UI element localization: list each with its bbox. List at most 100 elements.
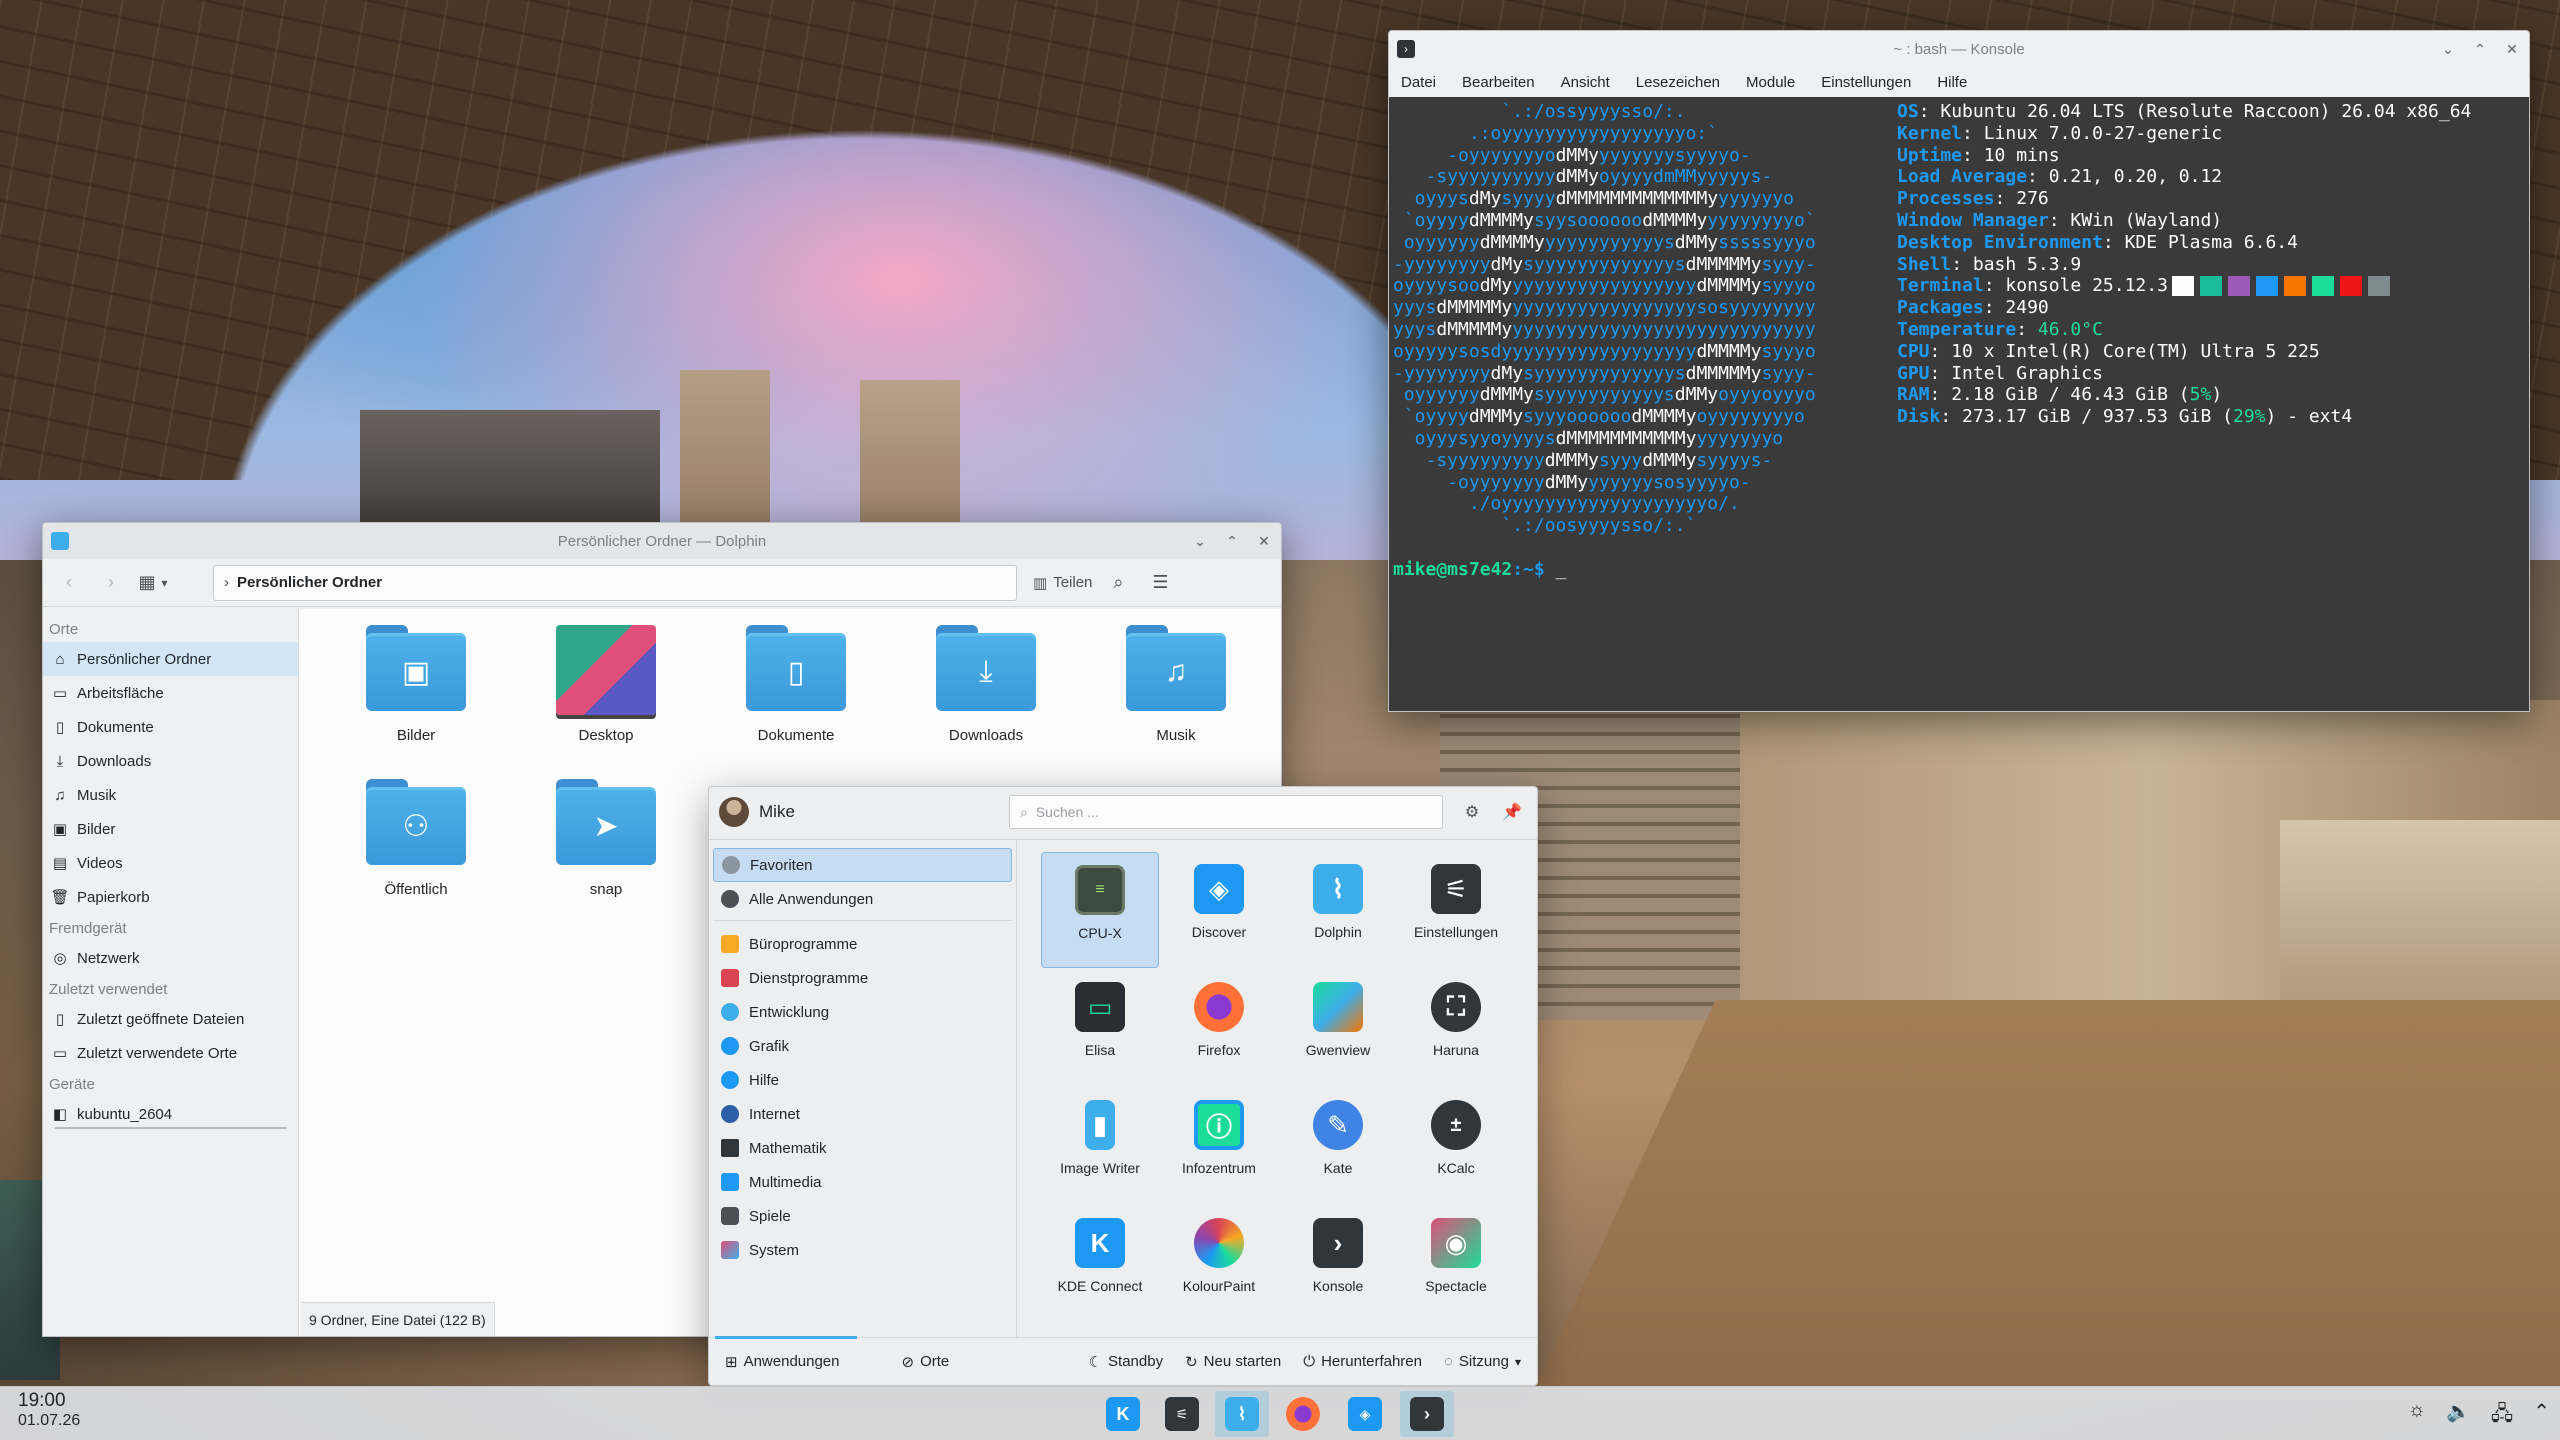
category-internet[interactable]: Internet [713,1097,1012,1131]
menu-bearbeiten[interactable]: Bearbeiten [1462,74,1535,91]
menu-einstellungen[interactable]: Einstellungen [1821,74,1911,91]
file-item[interactable]: ♫ Musik [1101,625,1251,744]
dolphin-titlebar[interactable]: Persönlicher Ordner — Dolphin ⌄ ⌃ ✕ [43,523,1281,559]
gwenview-icon [1313,982,1363,1032]
app-image-writer[interactable]: ▮ Image Writer [1041,1088,1159,1204]
category-help[interactable]: Hilfe [713,1063,1012,1097]
pin-icon[interactable]: 📌 [1497,797,1527,827]
avatar[interactable] [719,797,749,827]
category-all-apps[interactable]: Alle Anwendungen [713,882,1012,916]
volume-icon[interactable]: 🔈 [2446,1399,2471,1433]
maximize-icon[interactable]: ⌃ [2471,40,2489,58]
category-utilities[interactable]: Dienstprogramme [713,961,1012,995]
search-input[interactable]: ⌕ Suchen ... [1009,795,1443,829]
place-recent-files[interactable]: ▯ Zuletzt geöffnete Dateien [43,1002,298,1036]
place-documents[interactable]: ▯ Dokumente [43,710,298,744]
file-item[interactable]: ➤ snap [531,779,681,898]
close-icon[interactable]: ✕ [1255,532,1273,550]
hamburger-menu-icon[interactable]: ☰ [1144,567,1176,599]
place-trash[interactable]: 🗑 Papierkorb [43,880,298,914]
taskbar-system-settings[interactable]: ⚟ [1155,1391,1209,1437]
file-item[interactable]: ▣ Bilder [341,625,491,744]
place-desktop[interactable]: ▭ Arbeitsfläche [43,676,298,710]
app-settings[interactable]: ⚟ Einstellungen [1397,852,1515,968]
category-graphics[interactable]: Grafik [713,1029,1012,1063]
app-cpu-x[interactable]: ≡ CPU-X [1041,852,1159,968]
menu-hilfe[interactable]: Hilfe [1937,74,1967,91]
place-downloads[interactable]: ⤓ Downloads [43,744,298,778]
minimize-icon[interactable]: ⌄ [2439,40,2457,58]
app-dolphin[interactable]: ⌇ Dolphin [1279,852,1397,968]
place-music[interactable]: ♫ Musik [43,778,298,812]
category-math[interactable]: Mathematik [713,1131,1012,1165]
file-item[interactable]: ⤓ Downloads [911,625,1061,744]
menu-ansicht[interactable]: Ansicht [1561,74,1610,91]
app-spectacle[interactable]: ◉ Spectacle [1397,1206,1515,1322]
menu-datei[interactable]: Datei [1401,74,1436,91]
app-gwenview[interactable]: Gwenview [1279,970,1397,1086]
terminal-area[interactable]: `.:/ossyyyysso/:. .:oyyyyyyyyyyyyyyyyyo:… [1389,97,2529,711]
app-kdeconnect[interactable]: K KDE Connect [1041,1206,1159,1322]
place-network[interactable]: ◎ Netzwerk [43,941,298,975]
close-icon[interactable]: ✕ [2503,40,2521,58]
app-label: Elisa [1084,1042,1116,1058]
app-firefox[interactable]: Firefox [1160,970,1278,1086]
taskbar-konsole[interactable]: › [1400,1391,1454,1437]
dolphin-app-icon[interactable] [51,532,69,550]
minimize-icon[interactable]: ⌄ [1191,532,1209,550]
category-development[interactable]: Entwicklung [713,995,1012,1029]
place-videos[interactable]: ▤ Videos [43,846,298,880]
application-launcher[interactable]: Mike ⌕ Suchen ... ⚙ 📌 Favoriten Alle Anw… [708,786,1538,1386]
app-infocenter[interactable]: ⓘ Infozentrum [1160,1088,1278,1204]
app-kate[interactable]: ✎ Kate [1279,1088,1397,1204]
place-pictures[interactable]: ▣ Bilder [43,812,298,846]
file-item[interactable]: ▯ Dokumente [721,625,871,744]
app-elisa[interactable]: ▭ Elisa [1041,970,1159,1086]
konsole-window[interactable]: › ~ : bash — Konsole ⌄ ⌃ ✕ Datei Bearbei… [1388,30,2530,712]
category-favorites[interactable]: Favoriten [713,848,1012,882]
category-office[interactable]: Büroprogramme [713,927,1012,961]
taskbar-discover[interactable]: ◈ [1338,1391,1392,1437]
brightness-icon[interactable]: ☼ [2408,1399,2426,1433]
konsole-titlebar[interactable]: › ~ : bash — Konsole ⌄ ⌃ ✕ [1389,31,2529,67]
session-button[interactable]: ◌ Sitzung ▾ [1438,1344,1527,1380]
app-kolourpaint[interactable]: KolourPaint [1160,1206,1278,1322]
place-device[interactable]: ◧ kubuntu_2604 [43,1097,298,1131]
category-multimedia[interactable]: Multimedia [713,1165,1012,1199]
file-item[interactable]: Desktop [531,625,681,744]
konsole-app-icon[interactable]: › [1397,40,1415,58]
sleep-button[interactable]: ☾ Standby [1083,1344,1170,1380]
menu-lesezeichen[interactable]: Lesezeichen [1636,74,1720,91]
maximize-icon[interactable]: ⌃ [1223,532,1241,550]
app-haruna[interactable]: ⛶ Haruna [1397,970,1515,1086]
place-home[interactable]: ⌂ Persönlicher Ordner [43,642,298,676]
info-line: Terminal: konsole 25.12.3 [1897,275,2471,297]
app-discover[interactable]: ◈ Discover [1160,852,1278,968]
tab-applications[interactable]: ⊞ Anwendungen [719,1344,846,1380]
place-recent-locations[interactable]: ▭ Zuletzt verwendete Orte [43,1036,298,1070]
category-system[interactable]: System [713,1233,1012,1267]
restart-button[interactable]: ↻ Neu starten [1179,1344,1287,1380]
shutdown-button[interactable]: ⏻ Herunterfahren [1297,1344,1428,1380]
back-icon[interactable]: ‹ [53,567,85,599]
share-button[interactable]: ▥ Teilen [1033,567,1092,599]
chevron-up-icon[interactable]: ⌃ [2533,1399,2550,1433]
taskbar-firefox[interactable] [1276,1391,1330,1437]
taskbar-dolphin[interactable]: ⌇ [1215,1391,1269,1437]
tab-places[interactable]: ⊘ Orte [896,1344,956,1380]
taskbar-launcher-button[interactable]: K [1096,1391,1150,1437]
file-item[interactable]: ⚇ Öffentlich [341,779,491,898]
app-konsole[interactable]: › Konsole [1279,1206,1397,1322]
search-icon[interactable]: ⌕ [1102,567,1134,599]
category-games[interactable]: Spiele [713,1199,1012,1233]
breadcrumb-home[interactable]: Persönlicher Ordner [237,574,382,591]
digital-clock[interactable]: 19:00 01.07.26 [18,1391,80,1431]
location-bar[interactable]: › Persönlicher Ordner [213,564,1017,601]
color-swatch [2199,276,2222,297]
app-kcalc[interactable]: ± KCalc [1397,1088,1515,1204]
menu-module[interactable]: Module [1746,74,1795,91]
forward-icon[interactable]: › [95,567,127,599]
configure-icon[interactable]: ⚙ [1457,797,1487,827]
network-icon[interactable]: 🖧 [2491,1399,2513,1433]
view-mode-icon[interactable]: ▦ ▾ [137,567,169,599]
